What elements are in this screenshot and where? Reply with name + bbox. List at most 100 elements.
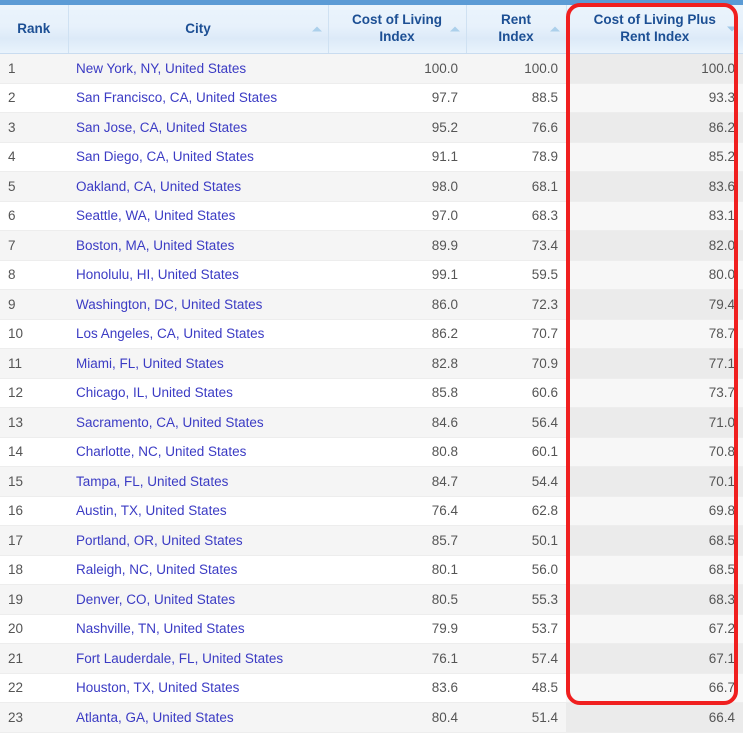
cell-cost-of-living-plus-rent-index: 71.0 — [566, 407, 743, 438]
cell-cost-of-living-index: 83.6 — [328, 673, 466, 703]
cell-rank: 23 — [0, 702, 68, 733]
city-link[interactable]: Atlanta, GA, United States — [76, 710, 234, 725]
table-row: 15 Tampa, FL, United States 84.7 54.4 70.1 — [0, 466, 743, 497]
cell-city: Nashville, TN, United States — [68, 614, 328, 644]
city-link[interactable]: Portland, OR, United States — [76, 533, 243, 548]
table-row: 20 Nashville, TN, United States 79.9 53.7 67… — [0, 614, 743, 644]
table-row: 1 New York, NY, United States 100.0 100.0 10… — [0, 53, 743, 84]
city-link[interactable]: Los Angeles, CA, United States — [76, 326, 264, 341]
table-row: 7 Boston, MA, United States 89.9 73.4 82.0 — [0, 230, 743, 261]
cell-city: Charlotte, NC, United States — [68, 437, 328, 467]
cell-city: New York, NY, United States — [68, 53, 328, 84]
cell-city: Houston, TX, United States — [68, 673, 328, 703]
cell-city: Portland, OR, United States — [68, 525, 328, 556]
cell-rent-index: 60.1 — [466, 437, 566, 467]
cell-rank: 16 — [0, 496, 68, 526]
table-row: 10 Los Angeles, CA, United States 86.2 70.7… — [0, 319, 743, 349]
column-header-city[interactable]: City — [68, 5, 329, 54]
cell-rank: 4 — [0, 142, 68, 172]
cell-rent-index: 68.3 — [466, 201, 566, 231]
table-row: 18 Raleigh, NC, United States 80.1 56.0 68.5 — [0, 555, 743, 585]
city-link[interactable]: Charlotte, NC, United States — [76, 444, 246, 459]
cell-rank: 20 — [0, 614, 68, 644]
cell-cost-of-living-plus-rent-index: 66.7 — [566, 673, 743, 703]
sort-ascending-icon[interactable] — [449, 26, 460, 32]
column-header-cost-of-living-index-label: Cost of Living Index — [352, 12, 442, 44]
cell-rent-index: 73.4 — [466, 230, 566, 261]
sort-descending-icon[interactable] — [727, 26, 737, 32]
city-link[interactable]: Raleigh, NC, United States — [76, 562, 237, 577]
table-row: 13 Sacramento, CA, United States 84.6 56.4 7… — [0, 407, 743, 438]
cell-cost-of-living-plus-rent-index: 100.0 — [566, 53, 743, 84]
cell-rent-index: 70.9 — [466, 348, 566, 379]
table-row: 22 Houston, TX, United States 83.6 48.5 66.7 — [0, 673, 743, 703]
city-link[interactable]: San Diego, CA, United States — [76, 149, 254, 164]
cell-rank: 2 — [0, 83, 68, 113]
column-header-cost-of-living-index[interactable]: Cost of Living Index — [328, 5, 467, 54]
cell-rank: 8 — [0, 260, 68, 290]
cell-rent-index: 88.5 — [466, 83, 566, 113]
city-link[interactable]: Austin, TX, United States — [76, 503, 227, 518]
cell-city: Austin, TX, United States — [68, 496, 328, 526]
city-link[interactable]: Fort Lauderdale, FL, United States — [76, 651, 283, 666]
city-link[interactable]: Tampa, FL, United States — [76, 474, 228, 489]
sort-ascending-icon[interactable] — [311, 26, 322, 32]
cell-cost-of-living-plus-rent-index: 78.7 — [566, 319, 743, 349]
table-row: 19 Denver, CO, United States 80.5 55.3 68.3 — [0, 584, 743, 615]
cell-cost-of-living-index: 80.5 — [328, 584, 466, 615]
cell-city: San Francisco, CA, United States — [68, 83, 328, 113]
cell-city: Boston, MA, United States — [68, 230, 328, 261]
column-header-rank-label: Rank — [17, 20, 51, 36]
city-link[interactable]: San Jose, CA, United States — [76, 120, 247, 135]
city-link[interactable]: Houston, TX, United States — [76, 680, 239, 695]
cell-cost-of-living-plus-rent-index: 70.8 — [566, 437, 743, 467]
table-body: 1 New York, NY, United States 100.0 100.0 10… — [0, 53, 743, 733]
table-row: 5 Oakland, CA, United States 98.0 68.1 83.6 — [0, 171, 743, 202]
column-header-rent-index[interactable]: Rent Index — [466, 5, 567, 54]
cell-rent-index: 62.8 — [466, 496, 566, 526]
cell-city: Seattle, WA, United States — [68, 201, 328, 231]
cell-cost-of-living-plus-rent-index: 83.6 — [566, 171, 743, 202]
city-link[interactable]: Nashville, TN, United States — [76, 621, 245, 636]
sort-ascending-icon[interactable] — [549, 26, 560, 32]
cell-rent-index: 56.0 — [466, 555, 566, 585]
cell-cost-of-living-plus-rent-index: 66.4 — [566, 702, 743, 733]
cost-of-living-table-page: Rank City Cost of Living Index Rent Inde… — [0, 0, 743, 733]
cell-city: Denver, CO, United States — [68, 584, 328, 615]
column-header-rank[interactable]: Rank — [0, 5, 69, 54]
table-header: Rank City Cost of Living Index Rent Inde… — [0, 5, 743, 54]
cell-cost-of-living-index: 91.1 — [328, 142, 466, 172]
cell-rent-index: 51.4 — [466, 702, 566, 733]
cell-city: San Jose, CA, United States — [68, 112, 328, 143]
cell-rent-index: 76.6 — [466, 112, 566, 143]
city-link[interactable]: Oakland, CA, United States — [76, 179, 241, 194]
city-link[interactable]: San Francisco, CA, United States — [76, 90, 277, 105]
city-link[interactable]: Boston, MA, United States — [76, 238, 234, 253]
cell-rank: 5 — [0, 171, 68, 202]
cell-rent-index: 72.3 — [466, 289, 566, 320]
city-link[interactable]: New York, NY, United States — [76, 61, 246, 76]
cell-rent-index: 59.5 — [466, 260, 566, 290]
cell-cost-of-living-plus-rent-index: 67.1 — [566, 643, 743, 674]
cell-city: Honolulu, HI, United States — [68, 260, 328, 290]
cell-cost-of-living-plus-rent-index: 77.1 — [566, 348, 743, 379]
table-row: 11 Miami, FL, United States 82.8 70.9 77.1 — [0, 348, 743, 379]
cell-cost-of-living-index: 98.0 — [328, 171, 466, 202]
city-link[interactable]: Washington, DC, United States — [76, 297, 262, 312]
city-link[interactable]: Seattle, WA, United States — [76, 208, 235, 223]
cell-cost-of-living-index: 85.7 — [328, 525, 466, 556]
cell-rank: 11 — [0, 348, 68, 379]
city-link[interactable]: Miami, FL, United States — [76, 356, 224, 371]
city-link[interactable]: Sacramento, CA, United States — [76, 415, 264, 430]
cost-of-living-table: Rank City Cost of Living Index Rent Inde… — [0, 5, 743, 733]
cell-cost-of-living-index: 84.6 — [328, 407, 466, 438]
cell-cost-of-living-index: 80.4 — [328, 702, 466, 733]
cell-city: Oakland, CA, United States — [68, 171, 328, 202]
column-header-cost-of-living-plus-rent-index[interactable]: Cost of Living Plus Rent Index — [566, 5, 743, 54]
city-link[interactable]: Honolulu, HI, United States — [76, 267, 239, 282]
city-link[interactable]: Denver, CO, United States — [76, 592, 235, 607]
city-link[interactable]: Chicago, IL, United States — [76, 385, 233, 400]
cell-rank: 17 — [0, 525, 68, 556]
cell-city: Chicago, IL, United States — [68, 378, 328, 408]
cell-cost-of-living-index: 79.9 — [328, 614, 466, 644]
